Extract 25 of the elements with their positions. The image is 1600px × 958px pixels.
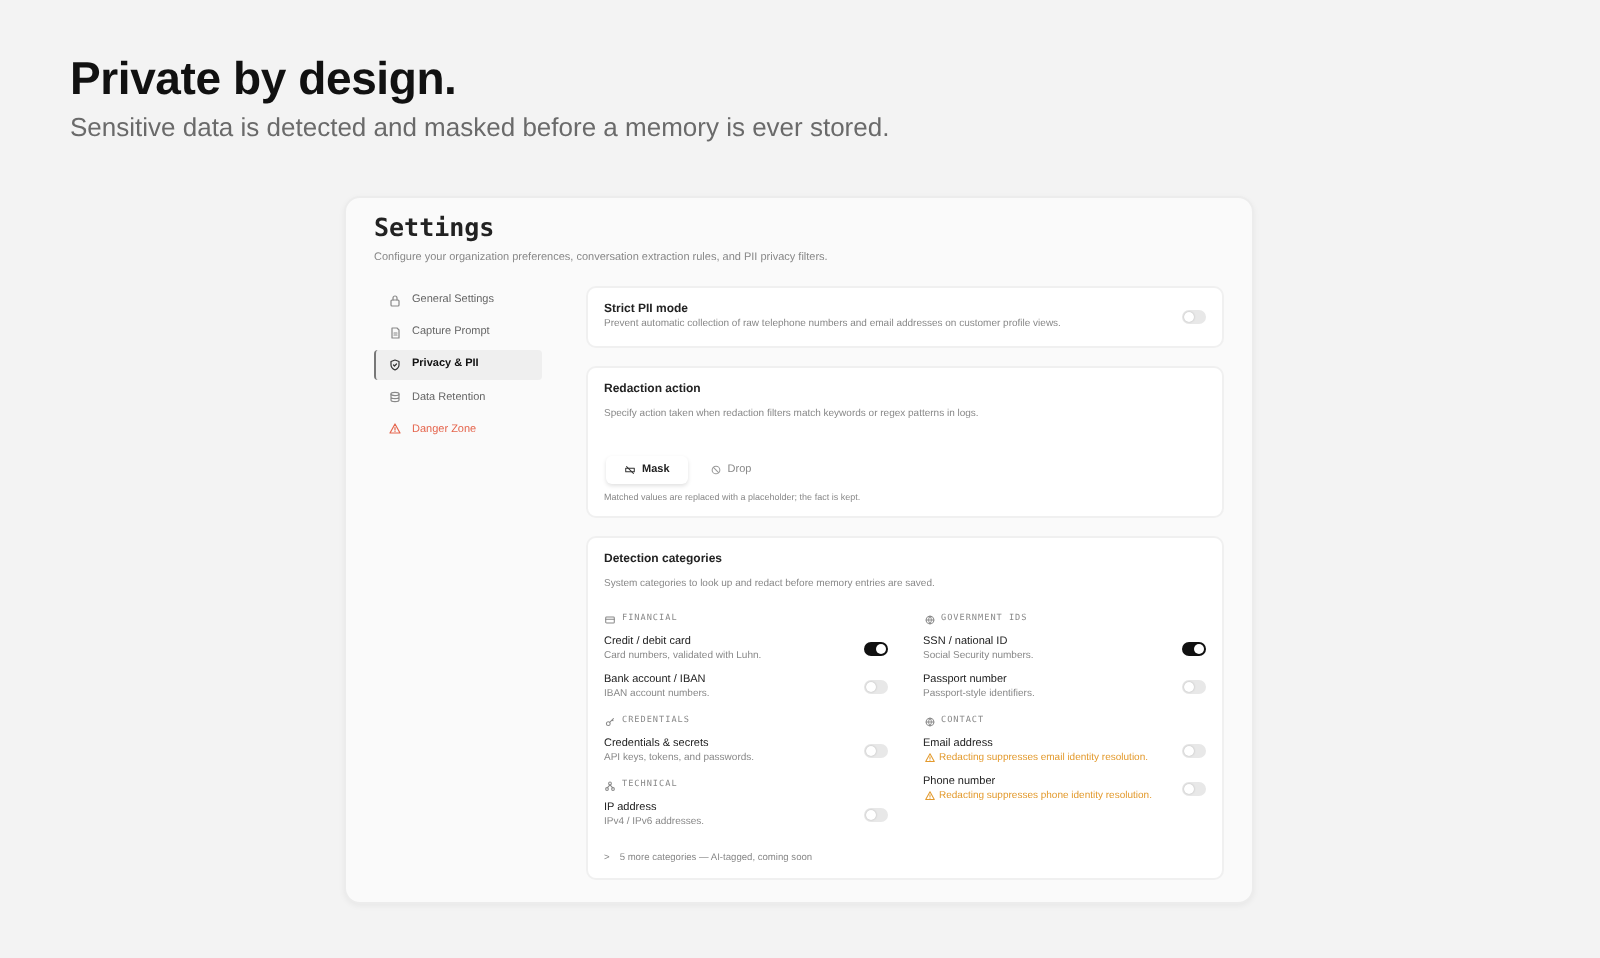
page-subheadline: Sensitive data is detected and masked before a memory is ever stored.: [70, 112, 892, 144]
toggle-switch[interactable]: [863, 807, 887, 821]
key-icon: [604, 715, 616, 727]
network-icon: [604, 779, 616, 791]
document-icon: [388, 325, 402, 340]
lock-icon: [388, 293, 402, 308]
database-icon: [388, 390, 402, 405]
toggle-switch[interactable]: [863, 641, 887, 655]
ban-icon: [709, 464, 722, 476]
toggle-switch[interactable]: [1182, 641, 1206, 655]
warning-icon: [388, 422, 402, 437]
card-icon: [604, 613, 616, 625]
globe-icon: [923, 613, 935, 625]
toggle-switch[interactable]: [1182, 781, 1206, 795]
warning-icon: [923, 752, 935, 764]
toggle-switch[interactable]: [1182, 310, 1206, 324]
toggle-switch[interactable]: [1182, 679, 1206, 693]
globe-icon: [923, 715, 935, 727]
toggle-switch[interactable]: [863, 743, 887, 757]
settings-title: Settings: [374, 214, 497, 242]
toggle-switch[interactable]: [863, 679, 887, 693]
shield-icon: [388, 357, 402, 372]
toggle-switch[interactable]: [1182, 743, 1206, 757]
page-headline: Private by design.: [70, 50, 459, 106]
warning-icon: [923, 790, 935, 802]
